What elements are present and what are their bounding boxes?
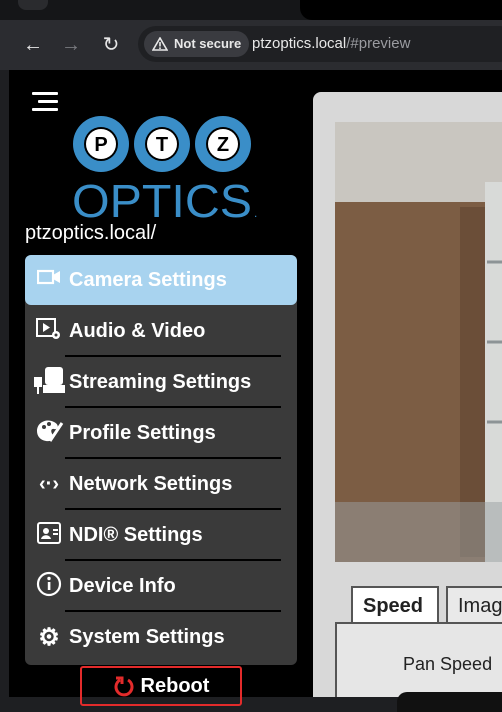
url-text[interactable]: ptzoptics.local/#preview [252, 26, 410, 62]
forward-icon[interactable]: → [58, 32, 84, 58]
menu-label: Streaming Settings [69, 371, 252, 393]
camera-icon [29, 268, 69, 292]
tab-speed[interactable]: Speed [351, 586, 439, 624]
settings-menu: Camera Settings Audio & Video Streaming … [25, 255, 297, 665]
pan-speed-label: Pan Speed [403, 654, 493, 674]
menu-item-streaming-settings[interactable]: Streaming Settings [25, 357, 297, 408]
warning-icon [152, 37, 168, 51]
pan-speed-slider[interactable] [397, 692, 502, 712]
hamburger-menu-icon[interactable] [32, 92, 58, 114]
menu-item-device-info[interactable]: Device Info [25, 561, 297, 612]
menu-label: Camera Settings [69, 268, 227, 291]
browser-toolbar: ← → ↻ Not secure ptzoptics.local/#previe… [0, 20, 502, 70]
reload-icon[interactable]: ↻ [98, 32, 124, 58]
page-edge [0, 70, 9, 697]
menu-item-camera-settings[interactable]: Camera Settings [25, 255, 297, 305]
hostname-label: ptzoptics.local/ [25, 222, 157, 244]
url-host: ptzoptics.local [252, 35, 347, 52]
menu-item-ndi-settings[interactable]: NDI® Settings [25, 510, 297, 561]
security-label: Not secure [174, 36, 242, 51]
menu-item-network-settings[interactable]: ‹·› Network Settings [25, 459, 297, 510]
page: P T Z OPTICS . ptzoptics.local/ Camera S… [0, 70, 502, 712]
active-tab[interactable] [300, 0, 502, 20]
menu-item-system-settings[interactable]: ⚙ System Settings [25, 612, 297, 663]
logo-letter-z: Z [217, 134, 229, 156]
power-icon [114, 676, 133, 697]
ptzoptics-logo: P T Z OPTICS . [72, 116, 257, 224]
network-icon: ‹·› [39, 473, 59, 495]
menu-label: Network Settings [69, 473, 233, 495]
reboot-label: Reboot [140, 674, 210, 697]
menu-label: Audio & Video [69, 320, 206, 342]
menu-item-audio-video[interactable]: Audio & Video [25, 306, 297, 357]
menu-label: System Settings [69, 626, 225, 648]
gear-icon: ⚙ [38, 624, 60, 651]
reboot-button[interactable]: Reboot [80, 666, 242, 706]
inactive-tab[interactable] [18, 0, 48, 10]
url-path: /#preview [346, 35, 411, 52]
address-bar[interactable]: Not secure ptzoptics.local/#preview [138, 26, 502, 62]
ndi-icon [29, 521, 69, 550]
menu-label: NDI® Settings [69, 524, 203, 546]
security-chip[interactable]: Not secure [144, 31, 250, 57]
preview-panel: Speed Imag Pan Speed [313, 92, 502, 712]
streaming-icon [29, 365, 69, 401]
tab-image[interactable]: Imag [446, 586, 502, 624]
preview-image [335, 122, 502, 562]
back-icon[interactable]: ← [20, 32, 46, 58]
camera-preview[interactable] [335, 122, 502, 562]
menu-item-profile-settings[interactable]: Profile Settings [25, 408, 297, 459]
menu-label: Device Info [69, 575, 176, 597]
logo-wordmark: OPTICS [72, 175, 252, 224]
tab-strip [0, 0, 502, 20]
palette-icon [29, 417, 69, 451]
logo-registered-mark: . [254, 206, 257, 220]
info-icon [29, 571, 69, 603]
speed-tab-content: Pan Speed [335, 622, 502, 712]
logo-letter-t: T [156, 134, 168, 156]
menu-label: Profile Settings [69, 422, 216, 444]
video-settings-icon [29, 317, 69, 346]
logo-letter-p: P [94, 134, 107, 156]
